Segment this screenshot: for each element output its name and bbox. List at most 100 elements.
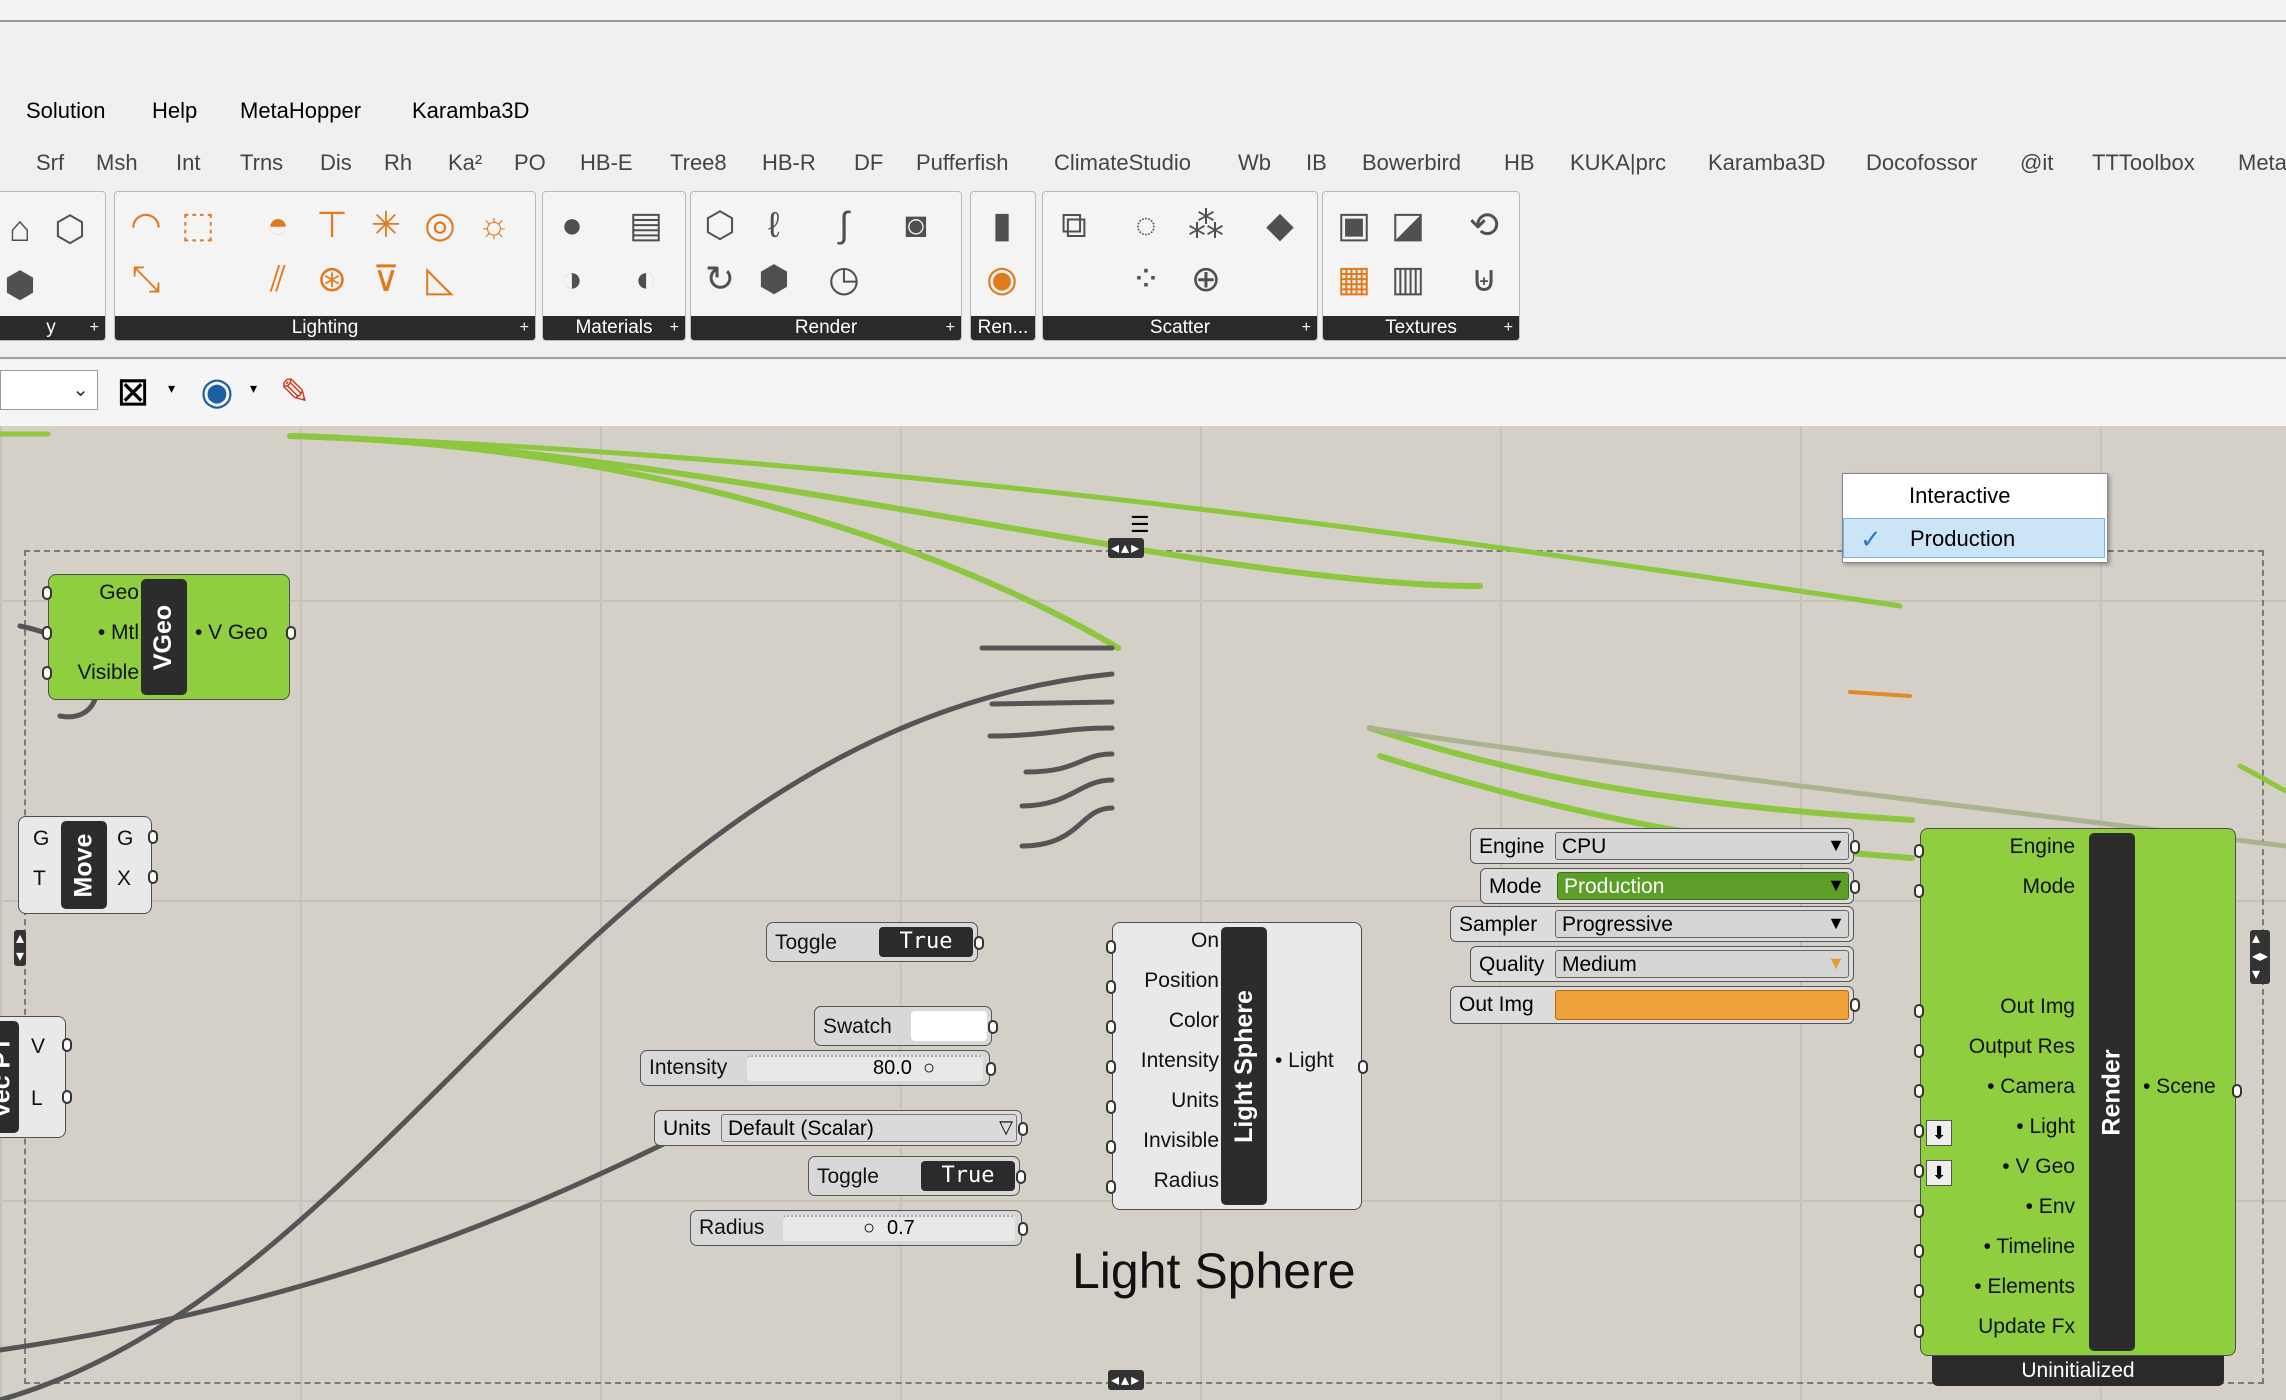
tab-at-it[interactable]: @it [2020, 150, 2053, 176]
tab-kuka-prc[interactable]: KUKA|prc [1570, 150, 1666, 176]
tab-srf[interactable]: Srf [36, 150, 64, 176]
material-file-icon[interactable]: ▤ [623, 202, 669, 248]
render-box-icon[interactable]: ⬡ [697, 202, 743, 248]
light-sphere-name-bar[interactable]: Light Sphere [1221, 927, 1267, 1205]
expand-icon[interactable]: + [1302, 316, 1311, 340]
quality-value[interactable]: Medium [1555, 950, 1849, 978]
vgeo-name-bar[interactable]: VGeo [141, 579, 187, 695]
texture-file-icon[interactable]: ▣ [1331, 202, 1377, 248]
ring-light-icon[interactable]: ◎ [417, 202, 463, 248]
tab-docofossor[interactable]: Docofossor [1866, 150, 1977, 176]
chevron-down-icon[interactable]: ▾ [250, 380, 257, 397]
output-port[interactable] [1018, 1222, 1028, 1236]
scatter-cube-icon[interactable]: ◆ [1257, 202, 1303, 248]
slider-knob-icon[interactable]: ○ [863, 1217, 875, 1240]
quality-dropdown[interactable]: Quality Medium ▼ [1470, 946, 1854, 982]
move-name-bar[interactable]: Move [61, 821, 107, 909]
toggle-on-param[interactable]: Toggle True [766, 922, 978, 962]
input-port[interactable] [1914, 1244, 1924, 1258]
vector-name-bar[interactable]: Vec PT [0, 1021, 19, 1133]
texture-gradient-icon[interactable]: ▦ [1331, 256, 1377, 302]
tab-bowerbird[interactable]: Bowerbird [1362, 150, 1461, 176]
input-port[interactable] [1106, 1180, 1116, 1194]
radius-track[interactable]: ○ 0.7 [783, 1215, 1015, 1241]
arrows-icon[interactable]: ▴ ◂▸ ▾ [2250, 930, 2271, 984]
expand-icon[interactable]: + [1504, 316, 1513, 340]
out-img-value[interactable] [1555, 990, 1849, 1020]
tab-karamba3d[interactable]: Karamba3D [1708, 150, 1825, 176]
dropdown-arrow-icon[interactable]: ▽ [999, 1117, 1013, 1138]
move-component[interactable]: G T Move G X [18, 816, 152, 914]
preview-eye-icon[interactable]: ◉ [194, 370, 240, 414]
output-port[interactable] [1850, 880, 1860, 894]
grasshopper-canvas[interactable]: ☰ ◂▴▸ ◂▴▸ Geo • Mtl Visible VGeo • V Geo… [0, 426, 2286, 1400]
dropdown-arrow-icon[interactable]: ▼ [1827, 913, 1845, 934]
output-port[interactable] [148, 830, 158, 844]
arrows-icon[interactable]: ▴ ▾ [14, 930, 27, 966]
render-component[interactable]: Engine Mode Out Img Output Res • Camera … [1920, 828, 2236, 1356]
output-port[interactable] [1016, 1170, 1026, 1184]
camera-icon[interactable]: ◙ [893, 202, 939, 248]
chevron-down-icon[interactable]: ▾ [168, 380, 175, 397]
input-port[interactable] [1914, 844, 1924, 858]
input-port[interactable] [1106, 1100, 1116, 1114]
output-port[interactable] [62, 1090, 72, 1104]
sketch-pen-icon[interactable]: ✎ [272, 370, 318, 414]
render-scene-icon[interactable]: ⬢ [751, 256, 797, 302]
tab-hb-r[interactable]: HB-R [762, 150, 816, 176]
scatter-points-icon[interactable]: ⁘ [1123, 256, 1169, 302]
tab-ib[interactable]: IB [1306, 150, 1327, 176]
scatter-sphere-icon[interactable]: ⊕ [1183, 256, 1229, 302]
tab-dis[interactable]: Dis [320, 150, 352, 176]
mode-dropdown[interactable]: Mode Production ▼ [1480, 868, 1854, 904]
output-port[interactable] [1850, 998, 1860, 1012]
box-mesh-icon[interactable]: ⬢ [0, 262, 43, 308]
out-img-param[interactable]: Out Img [1450, 986, 1854, 1024]
box-icon[interactable]: ⬡ [47, 206, 93, 252]
tab-tttoolbox[interactable]: TTToolbox [2092, 150, 2195, 176]
tab-tree8[interactable]: Tree8 [670, 150, 727, 176]
sphere-light-icon[interactable]: ⊛ [309, 256, 355, 302]
tab-msh[interactable]: Msh [96, 150, 138, 176]
dropdown-arrow-icon[interactable]: ▼ [1827, 835, 1845, 856]
dropdown-arrow-icon[interactable]: ▼ [1827, 875, 1845, 896]
engine-dropdown[interactable]: Engine CPU ▼ [1470, 828, 1854, 864]
scatter-grid-icon[interactable]: ⁂ [1183, 202, 1229, 248]
menu-item-interactive[interactable]: Interactive [1843, 476, 2105, 516]
tab-po[interactable]: PO [514, 150, 546, 176]
toggle-value[interactable]: True [921, 1161, 1015, 1191]
render-color-icon[interactable]: ◉ [979, 256, 1025, 302]
vector-component[interactable]: Vec PT V L [0, 1016, 66, 1138]
flatten-icon[interactable]: ⬇ [1926, 1120, 1952, 1146]
input-port[interactable] [1914, 1124, 1924, 1138]
hemisphere-light-icon[interactable]: ◓ [255, 202, 301, 248]
tab-meta[interactable]: Meta [2238, 150, 2286, 176]
tab-hb-e[interactable]: HB-E [580, 150, 633, 176]
render-name-bar[interactable]: Render [2089, 833, 2135, 1351]
light-sphere-component[interactable]: On Position Color Intensity Units Invisi… [1112, 922, 1362, 1210]
output-port[interactable] [1358, 1060, 1368, 1074]
texture-image-icon[interactable]: ▥ [1385, 256, 1431, 302]
input-port[interactable] [1914, 1044, 1924, 1058]
menu-help[interactable]: Help [152, 98, 197, 124]
texture-uv-map-icon[interactable]: ⊎ [1461, 256, 1507, 302]
render-engine-icon[interactable]: ℓ [751, 202, 797, 248]
tab-pufferfish[interactable]: Pufferfish [916, 150, 1009, 176]
render-path-icon[interactable]: ∫ [821, 202, 867, 248]
render-histogram-icon[interactable]: ▮ [979, 202, 1025, 248]
group-handle-icon[interactable]: ☰ [1130, 514, 1150, 536]
spot-light-icon[interactable]: ⊤ [309, 202, 355, 248]
menu-karamba3d[interactable]: Karamba3D [412, 98, 529, 124]
dropdown-arrow-icon[interactable]: ▼ [1827, 953, 1845, 974]
output-port[interactable] [148, 870, 158, 884]
material-blend-icon[interactable]: ◑ [549, 256, 595, 302]
tab-trns[interactable]: Trns [240, 150, 283, 176]
render-refresh-icon[interactable]: ↻ [697, 256, 743, 302]
area-light-icon[interactable]: ⬚ [175, 202, 221, 248]
projector-light-icon[interactable]: ⊽ [363, 256, 409, 302]
swatch-color[interactable] [911, 1011, 987, 1041]
vgeo-component[interactable]: Geo • Mtl Visible VGeo • V Geo [48, 574, 290, 700]
input-port[interactable] [1914, 1164, 1924, 1178]
input-port[interactable] [42, 666, 52, 680]
sampler-value[interactable]: Progressive [1555, 910, 1849, 938]
